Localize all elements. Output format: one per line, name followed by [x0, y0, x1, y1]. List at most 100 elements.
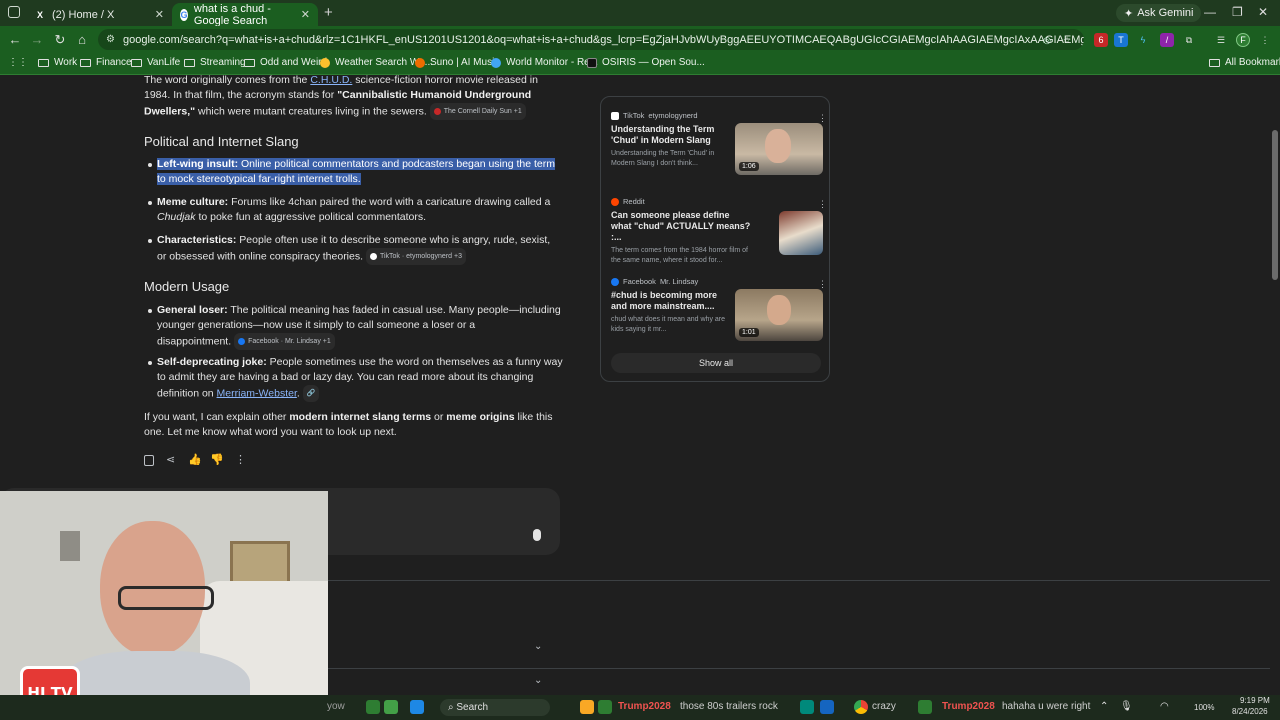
clock-time[interactable]: 9:19 PM: [1240, 696, 1270, 705]
glasses: [118, 586, 214, 610]
text: to poke fun at aggressive political comm…: [195, 211, 427, 223]
text: The political meaning has faded in casua…: [227, 304, 561, 316]
address-bar[interactable]: ⚙ google.com/search?q=what+is+a+chud&rlz…: [98, 29, 1084, 50]
microphone-icon[interactable]: [533, 529, 541, 541]
bookmark-vanlife[interactable]: VanLife: [131, 57, 180, 68]
bookmark-osiris[interactable]: OSIRIS — Open Sou...: [587, 57, 705, 68]
source-card-facebook[interactable]: Facebook Mr. Lindsay #chud is becoming mo…: [611, 277, 827, 347]
bookmark-work[interactable]: Work: [38, 57, 77, 68]
bold-text: Dwellers,": [144, 105, 196, 118]
show-all-button[interactable]: Show all: [611, 353, 821, 373]
app-icon[interactable]: [384, 700, 398, 714]
extension-translate-icon[interactable]: T: [1114, 33, 1128, 47]
source-chip[interactable]: The Cornell Daily Sun +1: [429, 103, 526, 120]
more-menu-icon[interactable]: ⋮: [1258, 33, 1272, 47]
bookmark-label: World Monitor - Re...: [506, 57, 599, 68]
thumbs-up-icon[interactable]: 👍: [188, 453, 202, 466]
bookmark-label: Streaming: [200, 57, 246, 68]
file-explorer-icon[interactable]: [580, 700, 594, 714]
hi-tv-logo: HI TV: [20, 666, 80, 695]
source-card-reddit[interactable]: Reddit Can someone please define what "c…: [611, 197, 827, 267]
bold-text: meme origins: [446, 411, 515, 423]
taskbar-search[interactable]: ⌕ Search: [440, 699, 550, 716]
chud-movie-link[interactable]: C.H.U.D.: [310, 75, 352, 86]
bookmark-finance[interactable]: Finance: [80, 57, 132, 68]
new-tab-button[interactable]: +: [324, 4, 333, 21]
expand-chevron-icon[interactable]: ⌄: [534, 641, 542, 652]
source-chip[interactable]: TikTok · etymologynerd +3: [365, 248, 466, 265]
tab-search-list-icon[interactable]: ☰: [1214, 33, 1228, 47]
eye-off-icon[interactable]: ◎: [1040, 33, 1054, 47]
close-tab-icon[interactable]: ✕: [155, 8, 164, 21]
text: People sometimes use the word on themsel…: [266, 356, 563, 368]
merriam-webster-link[interactable]: Merriam-Webster: [217, 387, 297, 399]
bookmark-streaming[interactable]: Streaming: [184, 57, 246, 68]
bookmark-star-icon[interactable]: ☆: [1060, 33, 1074, 47]
app-icon[interactable]: [410, 700, 424, 714]
ticker-text: Trump2028: [618, 701, 671, 712]
all-bookmarks[interactable]: All Bookmarks: [1209, 57, 1280, 68]
video-thumbnail[interactable]: 1:01: [735, 289, 823, 341]
app-icon[interactable]: [918, 700, 932, 714]
share-icon[interactable]: ⋖: [166, 453, 175, 466]
apps-grid-icon[interactable]: ⋮⋮: [8, 57, 28, 68]
wifi-icon[interactable]: ◠: [1160, 701, 1169, 712]
reload-icon[interactable]: ↻: [51, 31, 69, 49]
extensions-puzzle-icon[interactable]: ⧉: [1182, 33, 1196, 47]
tab-search-icon[interactable]: [8, 6, 20, 18]
scrollbar-track[interactable]: [1270, 75, 1280, 695]
extension-blue-icon[interactable]: ϟ: [1136, 33, 1150, 47]
bookmark-world-monitor[interactable]: World Monitor - Re...: [491, 57, 598, 68]
scrollbar-thumb[interactable]: [1272, 130, 1278, 280]
bookmark-label: Suno | AI Music: [430, 57, 500, 68]
source-chip[interactable]: Facebook · Mr. Lindsay +1: [234, 333, 335, 350]
source-card-tiktok[interactable]: TikTok etymologynerd Understanding the Te…: [611, 111, 827, 181]
more-options-icon[interactable]: ⋮: [818, 279, 827, 290]
extension-color-icon[interactable]: /: [1160, 33, 1174, 47]
video-thumbnail[interactable]: 1:06: [735, 123, 823, 175]
tab-home-x[interactable]: X (2) Home / X ✕: [26, 3, 172, 26]
copy-icon[interactable]: [144, 455, 154, 466]
battery-level[interactable]: 100%: [1194, 703, 1214, 712]
source-snippet: Understanding the Term 'Chud' in Modern …: [611, 150, 715, 167]
suno-icon: [415, 57, 425, 68]
mic-tray-icon[interactable]: 🎙: [1120, 701, 1133, 712]
app-icon[interactable]: [800, 700, 814, 714]
back-icon[interactable]: ←: [6, 31, 24, 49]
folder-icon: [244, 58, 255, 67]
more-options-icon[interactable]: ⋮: [818, 113, 827, 124]
bookmark-suno[interactable]: Suno | AI Music: [415, 57, 499, 68]
more-options-icon[interactable]: ⋮: [818, 199, 827, 210]
text: or obsessed with online conspiracy theor…: [157, 250, 364, 263]
extension-red-icon[interactable]: 6: [1094, 33, 1108, 47]
minimize-icon[interactable]: —: [1204, 5, 1216, 19]
app-icon[interactable]: [598, 700, 612, 714]
image-thumbnail[interactable]: [779, 211, 823, 255]
expand-chevron-icon[interactable]: ⌄: [534, 675, 542, 686]
app-icon[interactable]: [820, 700, 834, 714]
more-options-icon[interactable]: ⋮: [235, 453, 246, 466]
home-icon[interactable]: ⌂: [73, 31, 91, 49]
site-info-icon[interactable]: ⚙: [106, 34, 115, 45]
chip-label: The Cornell Daily Sun +1: [443, 108, 522, 115]
clock-date[interactable]: 8/24/2026: [1232, 707, 1268, 716]
profile-avatar[interactable]: F: [1236, 33, 1250, 47]
close-window-icon[interactable]: ✕: [1258, 5, 1268, 19]
tab-google-search[interactable]: G what is a chud - Google Search ✕: [172, 3, 318, 27]
text: The word originally comes from the: [144, 75, 311, 86]
link-chip[interactable]: 🔗: [302, 385, 320, 402]
text: If you want, I can explain other: [144, 411, 290, 423]
ask-gemini-button[interactable]: ✦ Ask Gemini: [1116, 4, 1202, 22]
search-label: Search: [456, 702, 489, 713]
close-tab-icon[interactable]: ✕: [301, 8, 310, 21]
tray-chevron-icon[interactable]: ⌃: [1100, 701, 1108, 712]
restore-icon[interactable]: ❐: [1232, 5, 1243, 19]
section-heading: Political and Internet Slang: [144, 134, 299, 149]
forward-icon[interactable]: →: [28, 31, 46, 49]
chrome-icon[interactable]: [854, 700, 868, 714]
section-heading: Modern Usage: [144, 279, 230, 294]
bookmark-odd-and-weird[interactable]: Odd and Weird: [244, 57, 327, 68]
thumbs-down-icon[interactable]: 👎: [210, 453, 224, 466]
app-icon[interactable]: [366, 700, 380, 714]
reddit-icon: [611, 197, 619, 206]
